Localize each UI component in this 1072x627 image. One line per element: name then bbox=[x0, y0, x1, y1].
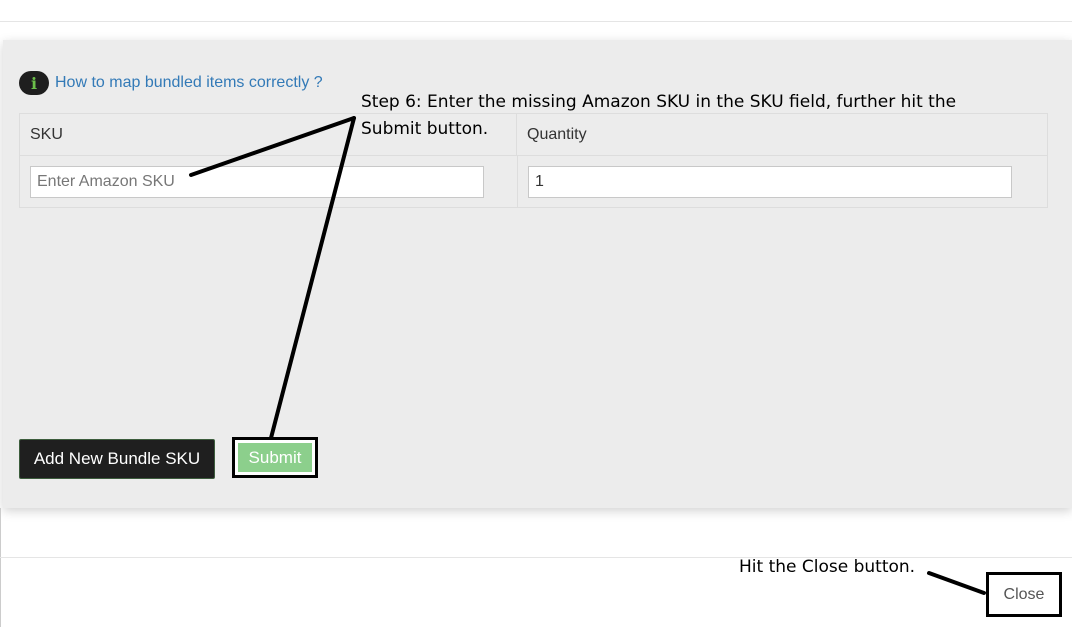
arrow-to-sku-input bbox=[189, 116, 356, 177]
arrow-to-close-button bbox=[927, 571, 986, 595]
arrow-to-submit-button bbox=[269, 116, 356, 440]
annotation-arrows bbox=[189, 116, 986, 595]
